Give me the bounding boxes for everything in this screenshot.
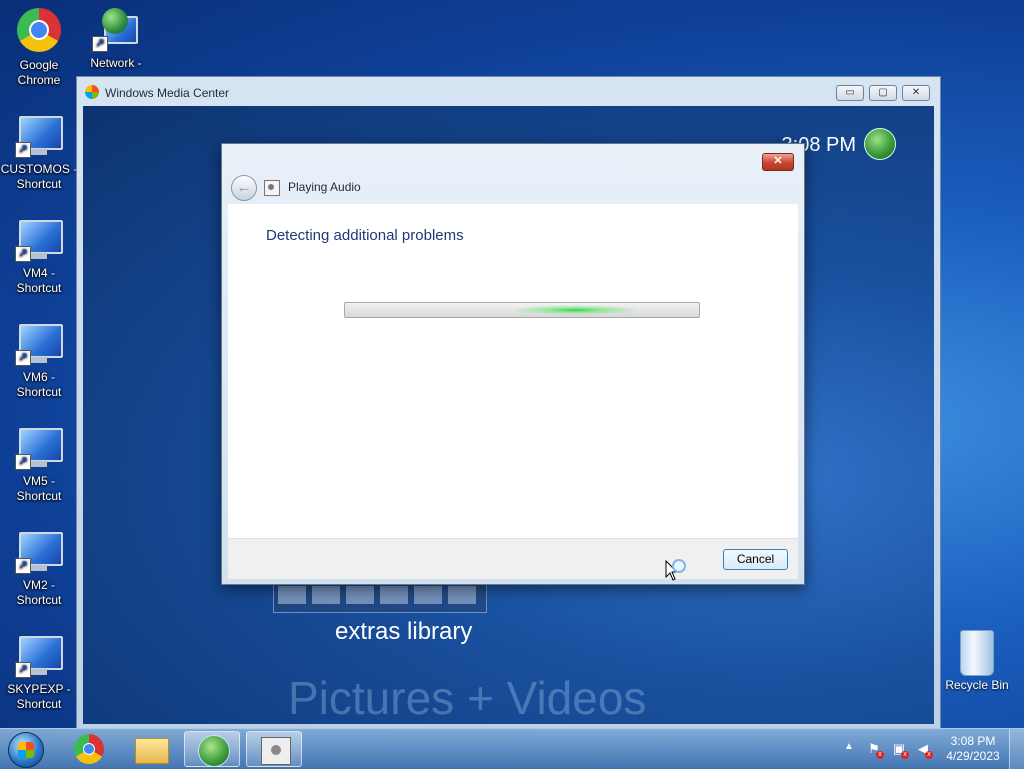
troubleshooter-dialog[interactable]: ✕ ← Playing Audio Detecting additional p… — [221, 143, 805, 585]
desktop-icon-label: VM4 - — [22, 266, 55, 280]
media-center-start-icon[interactable] — [864, 128, 896, 160]
close-button[interactable]: ✕ — [902, 85, 930, 101]
status-text: Detecting additional problems — [266, 227, 464, 244]
start-button[interactable] — [8, 732, 44, 768]
desktop-icon-vm2[interactable]: ↗ VM2 - Shortcut — [0, 528, 78, 608]
cancel-button[interactable]: Cancel — [723, 549, 788, 570]
show-hidden-icons-button[interactable]: ▲ — [844, 741, 854, 752]
network-tray-icon[interactable]: ▣ x — [891, 741, 909, 759]
desktop-icon-recycle-bin[interactable]: Recycle Bin — [940, 630, 1014, 692]
taskbar-clock[interactable]: 3:08 PM 4/29/2023 — [940, 734, 1006, 764]
desktop-icon-label: SKYPEXP - — [7, 682, 71, 696]
chrome-icon — [74, 734, 104, 764]
monitor-icon: ↗ — [15, 632, 63, 680]
maximize-button[interactable]: ▢ — [869, 85, 897, 101]
volume-muted-icon[interactable]: ◀ x — [915, 741, 933, 759]
audio-troubleshooter-icon — [264, 180, 280, 196]
desktop-icon-skypexp[interactable]: ↗ SKYPEXP - Shortcut — [0, 632, 78, 712]
desktop-icon-label: Shortcut — [16, 593, 62, 607]
media-center-icon — [85, 85, 99, 99]
progress-glow — [510, 305, 640, 315]
dialog-body: Detecting additional problems — [228, 204, 798, 538]
desktop-icon-label: Google — [19, 58, 59, 72]
taskbar-troubleshooter-button[interactable] — [246, 731, 302, 767]
media-center-icon — [198, 735, 230, 767]
extras-library-menu-item[interactable]: extras library — [335, 618, 472, 646]
desktop-icon-vm4[interactable]: ↗ VM4 - Shortcut — [0, 216, 78, 296]
desktop-icon-network[interactable]: ↗ Network - — [77, 6, 155, 71]
desktop-icon-label: Shortcut — [16, 489, 62, 503]
desktop-icon-label: Shortcut — [16, 177, 62, 191]
monitor-icon: ↗ — [15, 528, 63, 576]
dialog-heading: Playing Audio — [288, 180, 361, 194]
shortcut-arrow-icon: ↗ — [92, 36, 108, 52]
desktop-icon-vm6[interactable]: ↗ VM6 - Shortcut — [0, 320, 78, 400]
monitor-icon: ↗ — [15, 112, 63, 160]
chrome-icon — [15, 8, 63, 56]
desktop-icon-customos[interactable]: ↗ CUSTOMOS - Shortcut — [0, 112, 78, 192]
window-title: Windows Media Center — [105, 86, 230, 100]
taskbar: ▲ ⚑ x ▣ x ◀ x 3:08 PM 4/29/2023 — [0, 728, 1024, 769]
desktop-icon-label: Shortcut — [16, 697, 62, 711]
recycle-bin-icon — [960, 630, 994, 676]
dialog-footer: Cancel — [228, 538, 798, 579]
desktop-icon-label: Chrome — [17, 73, 61, 87]
desktop-icon-label: VM5 - — [22, 474, 55, 488]
monitor-icon: ↗ — [15, 424, 63, 472]
folder-icon — [135, 738, 169, 764]
monitor-icon: ↗ — [15, 216, 63, 264]
back-arrow-icon[interactable]: ← — [231, 175, 257, 201]
desktop-icon-label: Network - — [90, 56, 142, 70]
pictures-videos-menu-item[interactable]: Pictures + Videos — [288, 671, 646, 724]
minimize-button[interactable]: ▭ — [836, 85, 864, 101]
clock-time: 3:08 PM — [950, 734, 996, 748]
dialog-close-button[interactable]: ✕ — [762, 153, 794, 171]
action-center-flag-icon[interactable]: ⚑ x — [866, 741, 884, 759]
progress-bar — [344, 302, 700, 318]
desktop-icon-label: VM2 - — [22, 578, 55, 592]
show-desktop-button[interactable] — [1009, 729, 1024, 769]
desktop-icon-google-chrome[interactable]: Google Chrome — [0, 6, 78, 88]
busy-spinner-icon — [672, 559, 686, 573]
network-icon: ↗ — [92, 6, 140, 54]
desktop-icon-label: CUSTOMOS - — [0, 162, 78, 176]
desktop-icon-vm5[interactable]: ↗ VM5 - Shortcut — [0, 424, 78, 504]
desktop-icon-label: Recycle Bin — [945, 678, 1009, 692]
taskbar-media-center-button[interactable] — [184, 731, 240, 767]
taskbar-chrome-button[interactable] — [60, 731, 116, 767]
desktop-icon-label: Shortcut — [16, 385, 62, 399]
desktop-icon-label: VM6 - — [22, 370, 55, 384]
window-titlebar[interactable]: Windows Media Center ▭ ▢ ✕ — [77, 77, 940, 107]
monitor-icon: ↗ — [15, 320, 63, 368]
clock-date: 4/29/2023 — [946, 749, 1000, 763]
taskbar-explorer-button[interactable] — [122, 731, 178, 767]
menu-strip[interactable] — [273, 581, 487, 613]
audio-troubleshooter-icon — [261, 737, 291, 765]
desktop-icon-label: Shortcut — [16, 281, 62, 295]
